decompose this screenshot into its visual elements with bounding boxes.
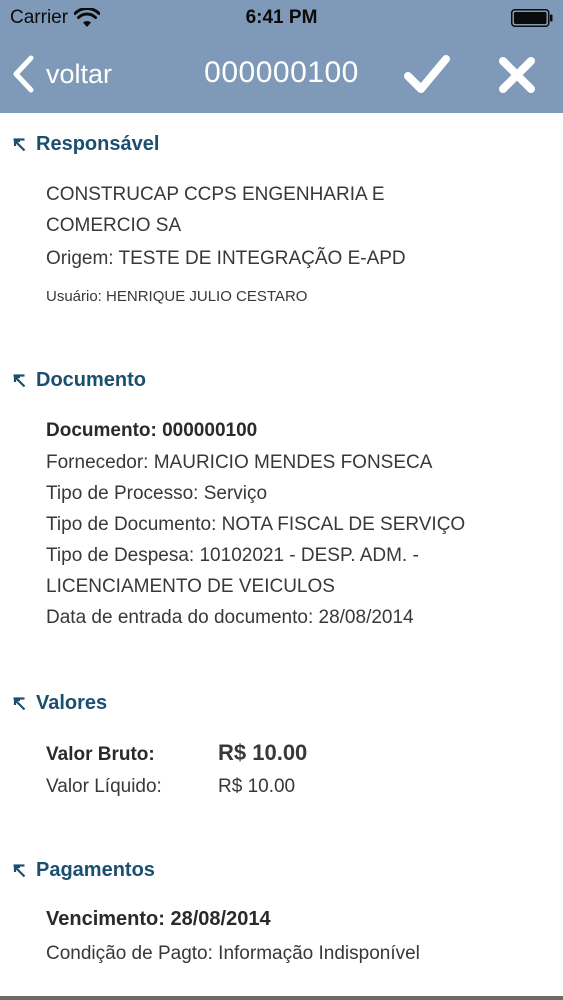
entry-date-text: Data de entrada do documento: 28/08/2014 bbox=[46, 607, 414, 628]
net-value-row: Valor Líquido: R$ 10.00 bbox=[46, 776, 295, 798]
navigation-bar: voltar 000000100 bbox=[0, 36, 563, 113]
section-header-valores[interactable]: Valores bbox=[12, 692, 107, 715]
section-title: Pagamentos bbox=[36, 859, 155, 881]
due-date-text: Vencimento: 28/08/2014 bbox=[46, 908, 271, 930]
collapse-arrow-icon bbox=[13, 863, 26, 877]
origin-text: Origem: TESTE DE INTEGRAÇÃO E-APD bbox=[46, 248, 406, 269]
gross-value-row: Valor Bruto: R$ 10.00 bbox=[46, 740, 307, 766]
section-title: Responsável bbox=[36, 133, 160, 155]
section-header-documento[interactable]: Documento bbox=[12, 369, 146, 392]
section-title: Documento bbox=[36, 369, 146, 391]
close-icon[interactable] bbox=[497, 55, 537, 95]
gross-value-label: Valor Bruto: bbox=[46, 744, 155, 765]
net-value-amount: R$ 10.00 bbox=[218, 776, 296, 797]
section-header-pagamentos[interactable]: Pagamentos bbox=[12, 859, 155, 882]
collapse-arrow-icon bbox=[13, 373, 26, 387]
status-time: 6:41 PM bbox=[245, 7, 318, 28]
checkmark-icon[interactable] bbox=[404, 52, 450, 96]
page-title: 000000100 bbox=[204, 56, 359, 89]
supplier-text: Fornecedor: MAURICIO MENDES FONSECA bbox=[46, 452, 433, 473]
document-number: Documento: 000000100 bbox=[46, 420, 258, 441]
expense-type-line2: LICENCIAMENTO DE VEICULOS bbox=[46, 576, 335, 597]
company-name-line2: COMERCIO SA bbox=[46, 215, 182, 236]
payment-condition-text: Condição de Pagto: Informação Indisponív… bbox=[46, 943, 420, 964]
battery-icon bbox=[511, 9, 553, 27]
section-title: Valores bbox=[36, 692, 108, 714]
section-header-responsavel[interactable]: Responsável bbox=[12, 133, 159, 156]
gross-value-amount: R$ 10.00 bbox=[218, 740, 308, 765]
company-name-line1: CONSTRUCAP CCPS ENGENHARIA E bbox=[46, 184, 385, 205]
expense-type-line1: Tipo de Despesa: 10102021 - DESP. ADM. - bbox=[46, 545, 419, 566]
document-type-text: Tipo de Documento: NOTA FISCAL DE SERVIÇ… bbox=[46, 514, 466, 535]
status-bar: Carrier 6:41 PM bbox=[0, 0, 563, 36]
user-text: Usuário: HENRIQUE JULIO CESTARO bbox=[46, 288, 308, 305]
collapse-arrow-icon bbox=[13, 137, 26, 151]
net-value-label: Valor Líquido: bbox=[46, 776, 162, 797]
bottom-divider bbox=[0, 996, 563, 1000]
process-type-text: Tipo de Processo: Serviço bbox=[46, 483, 268, 504]
top-bar: Carrier 6:41 PM voltar 000000100 bbox=[0, 0, 563, 113]
collapse-arrow-icon bbox=[13, 696, 26, 710]
